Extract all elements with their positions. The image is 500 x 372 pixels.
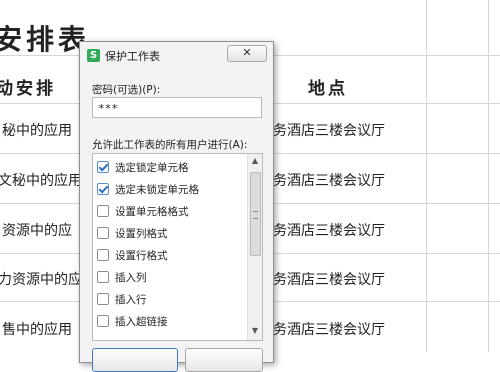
permission-label: 插入超链接 (115, 316, 168, 328)
permission-format-rows[interactable]: 设置行格式 (97, 246, 247, 266)
dialog-titlebar[interactable]: S 保护工作表 ✕ (80, 42, 273, 69)
permission-label: 设置行格式 (115, 250, 168, 262)
permission-insert-columns[interactable]: 插入列 (97, 268, 247, 288)
scroll-up-icon[interactable]: ▲ (248, 156, 262, 166)
checkbox[interactable] (97, 249, 109, 261)
checkbox[interactable] (97, 205, 109, 217)
permission-label: 选定锁定单元格 (115, 162, 189, 174)
close-icon: ✕ (242, 46, 252, 59)
header-location: 地点 (308, 79, 348, 99)
checkbox[interactable] (97, 161, 109, 173)
permissions-scrollbar[interactable]: ▲ ▼ (247, 154, 262, 340)
permission-select-unlocked[interactable]: 选定未锁定单元格 (97, 180, 247, 200)
password-label: 密码(可选)(P): (92, 84, 161, 96)
grip-icon (253, 211, 258, 219)
checkbox[interactable] (97, 227, 109, 239)
grid-line (488, 0, 489, 352)
cell-activity-1[interactable]: 秘中的应用 (2, 120, 72, 140)
cell-activity-5[interactable]: 售中的应用 (2, 319, 72, 339)
cell-activity-3[interactable]: 资源中的应 (2, 220, 72, 240)
cell-activity-4[interactable]: 力资源中的应 (0, 269, 82, 289)
header-activity: 动安排 (0, 79, 56, 99)
permission-label: 选定未锁定单元格 (115, 184, 199, 196)
cell-activity-2[interactable]: 文秘中的应用 (0, 170, 82, 190)
scroll-thumb[interactable] (250, 172, 261, 256)
cell-location-4[interactable]: 务酒店三楼会议厅 (273, 269, 385, 289)
permission-label: 插入行 (115, 294, 147, 306)
close-button[interactable]: ✕ (227, 45, 267, 62)
protect-sheet-dialog: S 保护工作表 ✕ 密码(可选)(P): *** 允许此工作表的所有用户进行(A… (79, 41, 274, 372)
permission-format-columns[interactable]: 设置列格式 (97, 224, 247, 244)
permissions-label: 允许此工作表的所有用户进行(A): (92, 139, 248, 151)
grid-line (426, 0, 427, 352)
permission-insert-hyperlinks[interactable]: 插入超链接 (97, 312, 247, 332)
cell-location-5[interactable]: 务酒店三楼会议厅 (273, 319, 385, 339)
cell-location-2[interactable]: 务酒店三楼会议厅 (273, 170, 385, 190)
cell-location-1[interactable]: 务酒店三楼会议厅 (273, 120, 385, 140)
password-input[interactable]: *** (92, 97, 262, 118)
checkbox[interactable] (97, 271, 109, 283)
permission-insert-rows[interactable]: 插入行 (97, 290, 247, 310)
checkbox[interactable] (97, 293, 109, 305)
permission-label: 设置单元格格式 (115, 206, 189, 218)
permission-label: 设置列格式 (115, 228, 168, 240)
cell-location-3[interactable]: 务酒店三楼会议厅 (273, 220, 385, 240)
permission-format-cells[interactable]: 设置单元格格式 (97, 202, 247, 222)
permission-select-locked[interactable]: 选定锁定单元格 (97, 158, 247, 178)
app-logo-icon: S (87, 49, 100, 62)
sheet-title: 安排表 (0, 23, 91, 56)
scroll-down-icon[interactable]: ▼ (248, 326, 262, 336)
checkbox[interactable] (97, 183, 109, 195)
dialog-title: 保护工作表 (105, 50, 160, 63)
permissions-list[interactable]: 选定锁定单元格 选定未锁定单元格 设置单元格格式 设置列格式 设置行格式 插入列… (92, 153, 263, 341)
checkbox[interactable] (97, 315, 109, 327)
permission-label: 插入列 (115, 272, 147, 284)
